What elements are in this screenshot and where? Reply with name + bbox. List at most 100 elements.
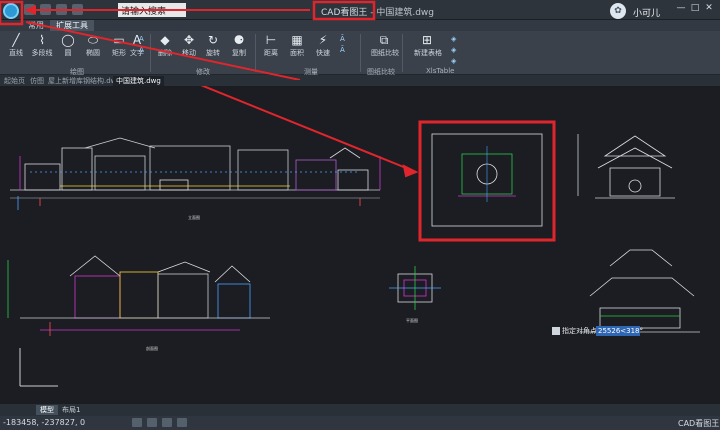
tool-label: 椭圆 (86, 49, 100, 57)
save-icon[interactable] (40, 4, 51, 15)
tool-label: 移动 (182, 49, 196, 57)
close-button[interactable]: ✕ (704, 3, 714, 15)
tool-quick-measure[interactable]: ⚡ 快速 (310, 33, 336, 58)
elevation-drawing-top-left (10, 137, 381, 210)
pavilion-elevation-top-right (577, 134, 675, 199)
grid-icon[interactable] (147, 418, 157, 427)
snap-icon[interactable] (132, 418, 142, 427)
quick-measure-icon: ⚡ (318, 33, 328, 47)
tool-line[interactable]: ╱ 直线 (3, 33, 29, 58)
window-controls: — □ ✕ (676, 3, 714, 15)
rotate-icon: ↻ (207, 33, 219, 47)
group-separator (150, 34, 151, 72)
tool-label: 快速 (316, 49, 330, 57)
title-bar: 请输入搜索 CAD看图王 - 中国建筑.dwg ✿ 小可儿 — □ ✕ (0, 0, 720, 20)
group-separator (360, 34, 361, 72)
search-input[interactable]: 请输入搜索 (118, 3, 186, 17)
minimize-button[interactable]: — (676, 3, 686, 15)
ellipse-icon: ⬭ (87, 33, 99, 47)
label-plan: 平面图 (406, 317, 418, 323)
tool-label: 图纸比较 (371, 49, 399, 57)
tab-model[interactable]: 模型 (36, 405, 58, 415)
pavilion-elevation-bottom-right (580, 249, 700, 333)
polyline-icon: ⌇ (39, 33, 45, 47)
prompt-label: 指定对角点: (562, 327, 600, 335)
section-drawing-bottom-left (7, 255, 270, 336)
move-icon: ✥ (183, 33, 195, 47)
ucs-axis-icon (19, 348, 58, 387)
app-logo-icon[interactable] (3, 3, 19, 19)
small-dim-icon[interactable]: Ā (340, 35, 352, 43)
label-elevation: 立面图 (188, 214, 200, 220)
drawing-svg: 立面图 剖面图 平面图 (7, 86, 700, 387)
compare-icon: ⧉ (379, 33, 389, 47)
cursor-coordinates: -183458, -237827, 0 (3, 418, 86, 427)
tool-copy[interactable]: ⚈ 复制 (226, 33, 252, 58)
ribbon-toolbar: ╱ 直线 ⌇ 多段线 ◯ 圆 ⬭ 椭圆 ▭ 矩形 A 文字 ◆ 删除 ✥ 移动 ↻ 旋转 ⚈ 复制 ⊢ 距离 ▦ 面积 ⚡ 快速 ⧉… (0, 31, 720, 76)
tool-label: 距离 (264, 49, 278, 57)
distance-icon: ⊢ (265, 33, 277, 47)
tool-circle[interactable]: ◯ 圆 (55, 33, 81, 58)
menu-bar: 常用 扩展工具 (0, 20, 720, 31)
window-title-app: CAD看图王 (321, 8, 368, 18)
framed-plan-drawing (431, 133, 543, 227)
status-bar: -183458, -237827, 0 CAD看图王 (0, 416, 720, 430)
undo-icon[interactable] (56, 4, 67, 15)
tool-polyline[interactable]: ⌇ 多段线 (29, 33, 55, 58)
tool-label: 直线 (9, 49, 23, 57)
small-plan-bottom-middle (389, 266, 441, 310)
tab-copy[interactable]: 仿图 (30, 76, 44, 86)
table-icon: ⊞ (421, 33, 433, 47)
tool-eraser[interactable]: ◆ 删除 (152, 33, 178, 58)
tool-label: 复制 (232, 49, 246, 57)
prompt-icon (552, 327, 560, 335)
tool-label: 面积 (290, 49, 304, 57)
tool-area[interactable]: ▦ 面积 (284, 33, 310, 58)
status-toggle-group (132, 418, 187, 427)
group-separator (255, 34, 256, 72)
polar-icon[interactable] (177, 418, 187, 427)
annotation-arrows (200, 86, 419, 178)
ortho-icon[interactable] (162, 418, 172, 427)
tool-label: 删除 (158, 49, 172, 57)
small-dim2-icon[interactable]: Ā (340, 46, 352, 54)
tool-move[interactable]: ✥ 移动 (176, 33, 202, 58)
eraser-icon: ◆ (160, 33, 170, 47)
tab-layout1[interactable]: 布局1 (58, 405, 84, 415)
small-table-icon-3[interactable]: ◈ (451, 57, 463, 65)
tool-rotate[interactable]: ↻ 旋转 (200, 33, 226, 58)
drawing-canvas[interactable]: 立面图 剖面图 平面图 指定对角点: 25526<318° (0, 86, 720, 404)
tab-china-architecture-dwg[interactable]: 中国建筑.dwg (113, 76, 164, 86)
tool-compare[interactable]: ⧉ 图纸比较 (371, 33, 399, 58)
tool-label: 新建表格 (414, 49, 442, 57)
tool-ellipse[interactable]: ⬭ 椭圆 (80, 33, 106, 58)
copy-icon: ⚈ (233, 33, 245, 47)
tool-label: 旋转 (206, 49, 220, 57)
tool-table[interactable]: ⊞ 新建表格 (414, 33, 442, 58)
group-separator (402, 34, 403, 72)
line-icon: ╱ (12, 33, 20, 47)
menu-item-extended-tools[interactable]: 扩展工具 (50, 20, 94, 31)
tab-steel-dwg[interactable]: 屋上新增库钢结构.dwg (48, 76, 121, 86)
window-title-file: 中国建筑.dwg (376, 8, 435, 18)
document-tabs: 起始页 仿图 屋上新增库钢结构.dwg 中国建筑.dwg (0, 76, 720, 86)
quick-access-toolbar (24, 4, 83, 15)
maximize-button[interactable]: □ (690, 3, 700, 15)
window-title: CAD看图王 - 中国建筑.dwg (321, 8, 435, 18)
small-table-icon-1[interactable]: ◈ (451, 35, 463, 43)
user-name[interactable]: 小可儿 (633, 6, 660, 19)
label-section: 剖面图 (146, 345, 158, 351)
small-table-icon-2[interactable]: ◈ (451, 46, 463, 54)
tool-label: 圆 (64, 49, 72, 57)
avatar[interactable]: ✿ (610, 3, 626, 19)
prompt-input[interactable]: 25526<318° (596, 326, 643, 336)
tab-start-page[interactable]: 起始页 (4, 76, 25, 86)
tool-label: 多段线 (31, 49, 53, 57)
menu-item-common[interactable]: 常用 (28, 20, 44, 31)
status-app-name: CAD看图王 (678, 419, 720, 428)
tool-distance[interactable]: ⊢ 距离 (258, 33, 284, 58)
redo-icon[interactable] (72, 4, 83, 15)
area-icon: ▦ (291, 33, 303, 47)
circle-icon: ◯ (61, 33, 75, 47)
open-file-icon[interactable] (24, 4, 35, 15)
